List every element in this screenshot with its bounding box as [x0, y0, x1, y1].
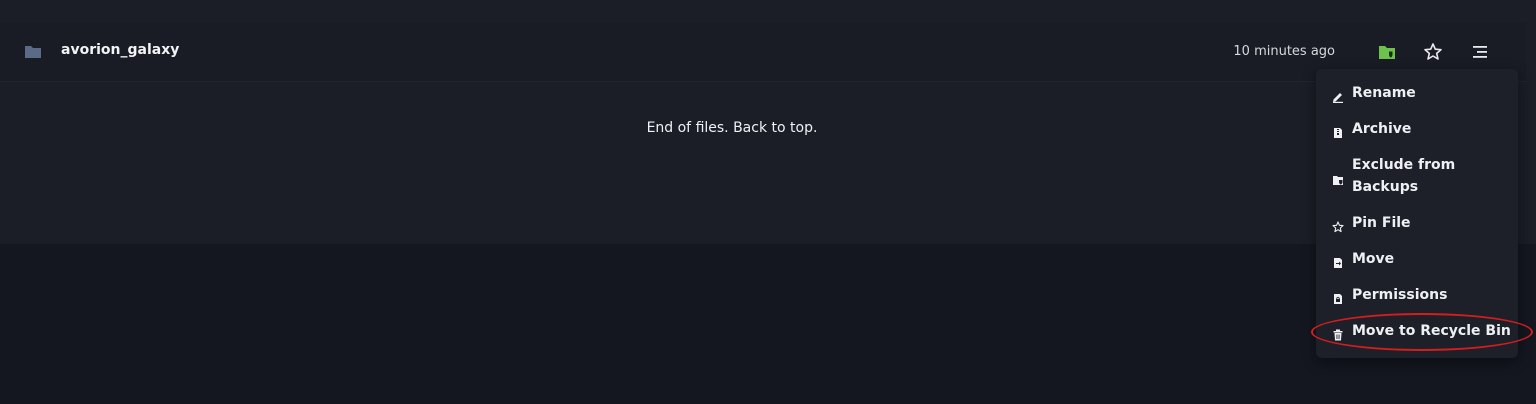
file-row-avorion-galaxy[interactable]: avorion_galaxy 10 minutes ago [0, 23, 1536, 82]
file-list-panel: avorion_galaxy 10 minutes ago End of fil… [0, 0, 1536, 244]
menu-item-pin-file[interactable]: Pin File [1316, 212, 1518, 234]
menu-item-label: Permissions [1352, 287, 1448, 303]
folder-icon [24, 44, 42, 60]
menu-item-label-line2: Backups [1352, 179, 1419, 195]
folder-shield-icon[interactable] [1377, 42, 1397, 62]
menu-item-exclude-from-backups[interactable]: Exclude from Backups [1316, 154, 1518, 198]
menu-icon[interactable] [1470, 42, 1490, 62]
menu-item-label: Pin File [1352, 215, 1411, 231]
end-of-files-link[interactable]: End of files. Back to top. [0, 120, 1464, 136]
menu-item-move[interactable]: Move [1316, 248, 1518, 270]
menu-item-move-to-recycle-bin[interactable]: Move to Recycle Bin [1316, 320, 1518, 342]
scrollbar-track [1526, 0, 1536, 244]
menu-item-rename[interactable]: Rename [1316, 82, 1518, 104]
file-name[interactable]: avorion_galaxy [61, 42, 179, 58]
star-icon[interactable] [1423, 42, 1443, 62]
move-file-icon [1332, 254, 1344, 268]
menu-item-label: Rename [1352, 85, 1416, 101]
file-modified-time: 10 minutes ago [1233, 44, 1335, 59]
archive-file-icon [1332, 124, 1344, 138]
menu-item-label: Archive [1352, 121, 1412, 137]
menu-item-permissions[interactable]: Permissions [1316, 284, 1518, 306]
star-icon [1332, 218, 1344, 233]
trash-icon [1332, 326, 1344, 341]
lock-file-icon [1332, 290, 1344, 304]
menu-item-label: Move to Recycle Bin [1352, 323, 1511, 339]
menu-item-archive[interactable]: Archive [1316, 118, 1518, 140]
menu-item-label-line1: Exclude from [1352, 157, 1456, 173]
folder-shield-icon [1332, 171, 1344, 185]
file-context-menu: Rename Archive Exclude from Backups Pin … [1316, 69, 1518, 358]
menu-item-label: Move [1352, 251, 1395, 267]
pencil-icon [1332, 88, 1344, 103]
